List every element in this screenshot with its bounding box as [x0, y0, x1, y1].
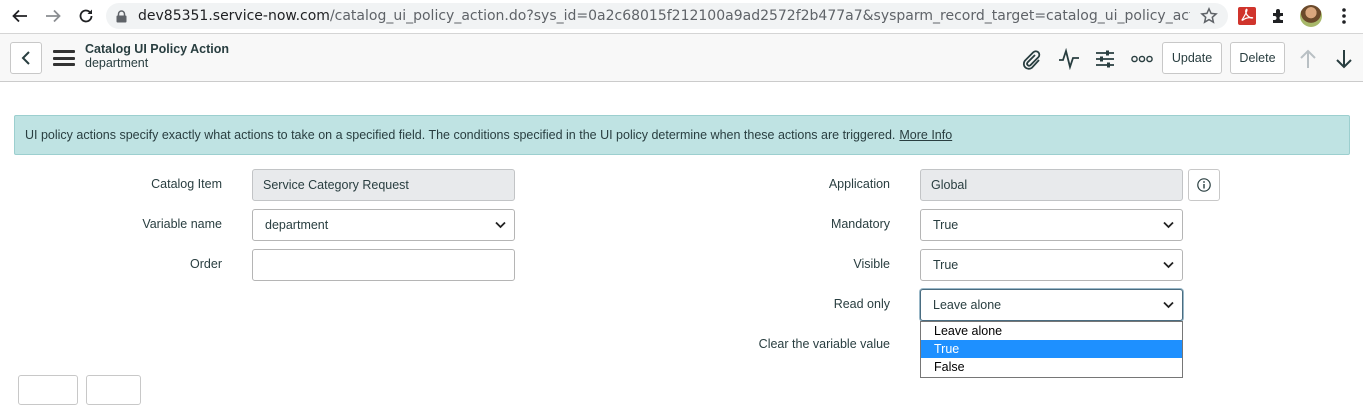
chevron-left-icon [21, 51, 30, 65]
back-button[interactable] [10, 42, 42, 74]
reload-icon[interactable] [74, 5, 98, 27]
settings-sliders-icon[interactable] [1092, 46, 1118, 72]
chevron-down-icon [495, 221, 506, 229]
lock-icon [116, 9, 138, 23]
dropdown-option-true[interactable]: True [921, 340, 1182, 358]
record-subtitle: department [85, 56, 149, 70]
application-field: Global [920, 169, 1183, 201]
paperclip-icon[interactable] [1018, 46, 1044, 72]
bookmark-star-icon[interactable] [1200, 6, 1218, 30]
application-info-button[interactable] [1188, 169, 1220, 201]
chevron-down-icon [1163, 221, 1174, 229]
variable-name-value: department [265, 218, 329, 232]
activity-pulse-icon[interactable] [1056, 46, 1082, 72]
mandatory-label: Mandatory [830, 217, 890, 231]
chevron-down-icon [1163, 261, 1174, 269]
record-title: Catalog UI Policy Action [85, 42, 230, 56]
variable-name-select[interactable]: department [252, 209, 515, 241]
more-vertical-icon[interactable] [1333, 5, 1355, 27]
chevron-down-icon [1163, 301, 1174, 309]
forward-arrow-icon[interactable] [41, 5, 65, 27]
more-info-link[interactable]: More Info [899, 128, 952, 142]
catalog-item-label: Catalog Item [151, 177, 222, 191]
arrow-down-icon[interactable] [1331, 46, 1357, 72]
order-input[interactable] [252, 249, 515, 281]
bottom-action-button[interactable] [86, 375, 141, 405]
more-horizontal-icon[interactable] [1129, 46, 1155, 72]
delete-button[interactable]: Delete [1230, 42, 1285, 74]
read-only-value: Leave alone [933, 298, 1002, 312]
bottom-action-button[interactable] [18, 375, 78, 405]
puzzle-extensions-icon[interactable] [1268, 5, 1290, 27]
update-button[interactable]: Update [1162, 42, 1222, 74]
info-banner: UI policy actions specify exactly what a… [14, 115, 1350, 155]
clear-variable-value-label: Clear the variable value [758, 337, 890, 351]
address-bar[interactable]: dev85351.service-now.com /catalog_ui_pol… [106, 3, 1228, 29]
form-header: Catalog UI Policy Action department Upda… [0, 33, 1363, 82]
hamburger-menu-icon[interactable] [53, 47, 75, 69]
back-arrow-icon[interactable] [8, 5, 32, 27]
mandatory-select[interactable]: True [920, 209, 1183, 241]
url-host: dev85351.service-now.com [138, 8, 330, 24]
variable-name-label: Variable name [142, 217, 222, 231]
info-icon [1197, 178, 1211, 192]
application-label: Application [828, 177, 890, 191]
read-only-select[interactable]: Leave alone [920, 289, 1183, 321]
banner-text: UI policy actions specify exactly what a… [25, 128, 896, 142]
read-only-dropdown-list: Leave alone True False [920, 321, 1183, 378]
order-label: Order [190, 257, 222, 271]
read-only-label: Read only [833, 297, 890, 311]
profile-avatar[interactable] [1300, 5, 1322, 27]
dropdown-option-leave-alone[interactable]: Leave alone [921, 322, 1182, 340]
visible-label: Visible [853, 257, 890, 271]
arrow-up-icon[interactable] [1295, 46, 1321, 72]
browser-toolbar: dev85351.service-now.com /catalog_ui_pol… [0, 0, 1363, 33]
catalog-item-field: Service Category Request [252, 169, 515, 201]
mandatory-value: True [933, 218, 959, 232]
pdf-extension-icon[interactable] [1236, 5, 1258, 27]
visible-value: True [933, 258, 959, 272]
visible-select[interactable]: True [920, 249, 1183, 281]
url-path: /catalog_ui_policy_action.do?sys_id=0a2c… [329, 8, 1190, 24]
dropdown-option-false[interactable]: False [921, 358, 1182, 376]
